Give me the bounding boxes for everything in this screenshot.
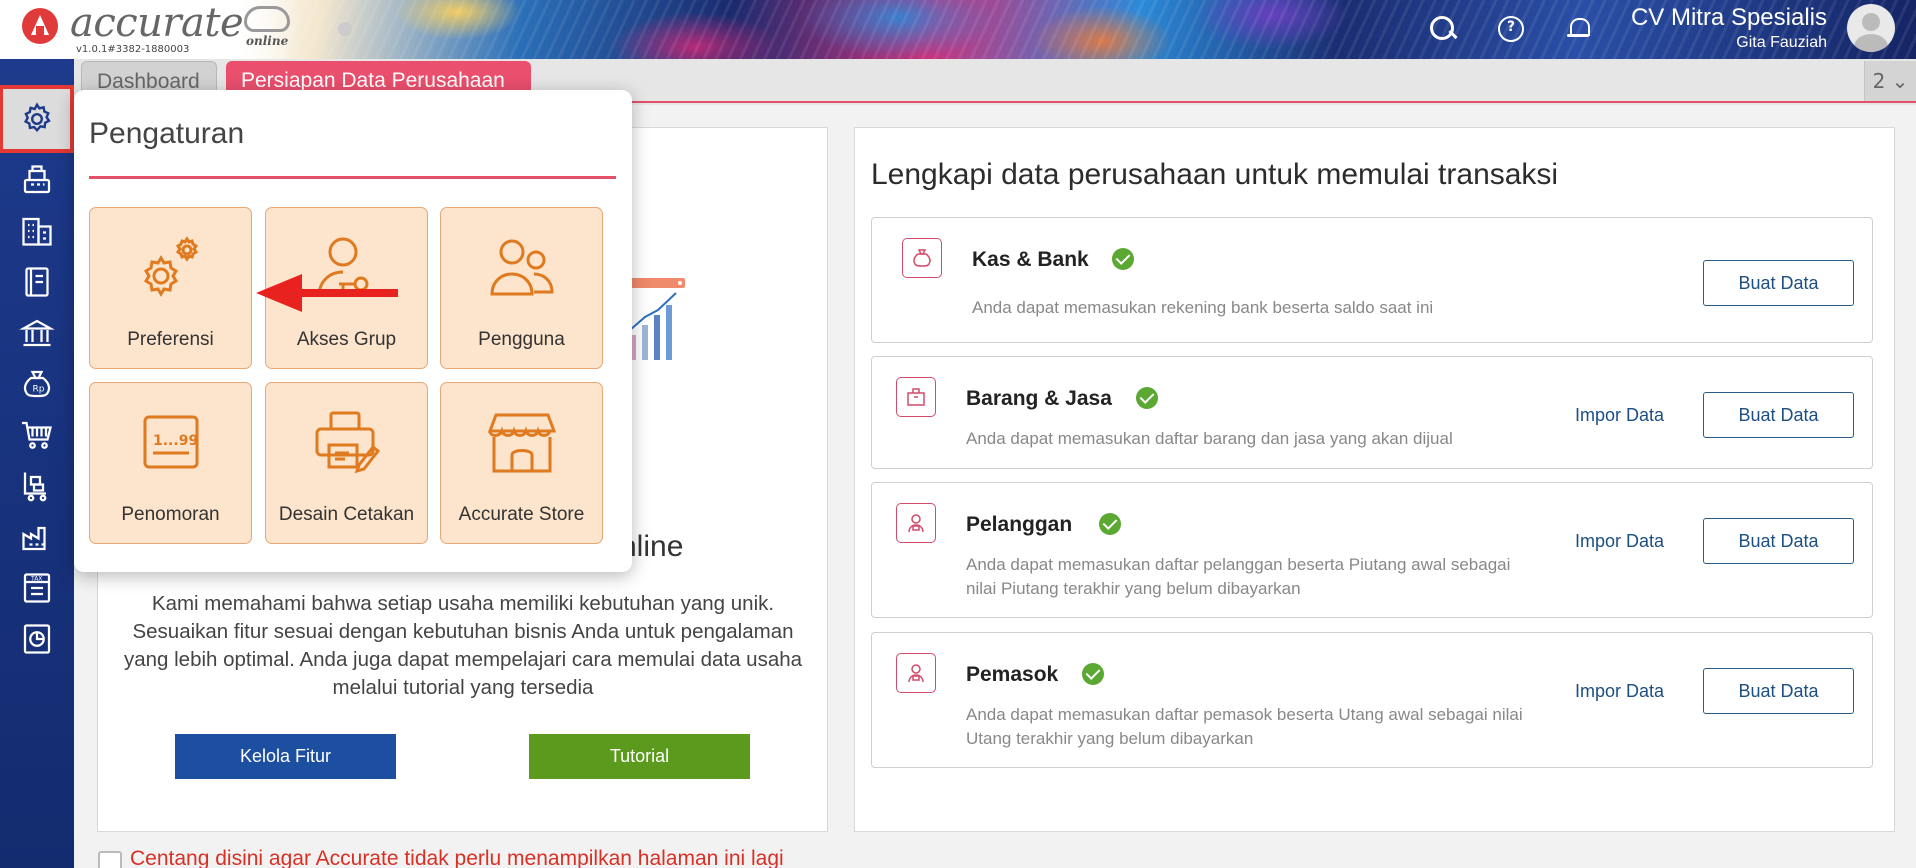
hide-page-label[interactable]: Centang disini agar Accurate tidak perlu… (130, 847, 784, 868)
tile-desain-cetakan[interactable]: Desain Cetakan (265, 382, 428, 544)
cart-icon (21, 421, 52, 449)
tile-label: Accurate Store (458, 504, 585, 525)
bell-icon[interactable] (1565, 14, 1595, 44)
tax-icon: TAX (23, 573, 50, 603)
card-description: Anda dapat memasukan daftar pemasok bese… (966, 705, 1523, 748)
tile-label: Penomoran (121, 504, 220, 525)
delivery-cart-icon (23, 472, 46, 502)
customer-icon (896, 503, 936, 543)
left-description: Kami memahami bahwa setiap usaha memilik… (123, 592, 803, 699)
printer-design-icon (315, 411, 381, 474)
tile-penomoran[interactable]: 1...99 Penomoran (89, 382, 252, 544)
factory-icon (21, 526, 46, 551)
user-name[interactable]: Gita Fauziah (1736, 34, 1827, 52)
red-arrow-annotation (256, 274, 398, 312)
impor-data-link[interactable]: Impor Data (1575, 531, 1664, 552)
card-pemasok: Pemasok Anda dapat memasukan daftar pema… (871, 632, 1873, 768)
kelola-fitur-button[interactable]: Kelola Fitur (175, 734, 396, 779)
tile-label: Desain Cetakan (278, 504, 415, 525)
cash-register-icon (23, 165, 50, 194)
impor-data-link[interactable]: Impor Data (1575, 405, 1664, 426)
buat-data-button[interactable]: Buat Data (1703, 392, 1854, 438)
buat-data-button[interactable]: Buat Data (1703, 260, 1854, 306)
company-name[interactable]: CV Mitra Spesialis (1631, 4, 1827, 32)
sidebar-item-settings[interactable] (0, 85, 74, 153)
impor-data-link[interactable]: Impor Data (1575, 681, 1664, 702)
check-icon (1082, 663, 1104, 685)
supplier-icon (896, 653, 936, 693)
card-barang-jasa: Barang & Jasa Anda dapat memasukan dafta… (871, 356, 1873, 469)
cloud-icon (244, 6, 290, 32)
logo-text: accurate (70, 0, 244, 46)
buat-data-button[interactable]: Buat Data (1703, 518, 1854, 564)
status-dot (338, 22, 352, 36)
popup-title: Pengaturan (89, 117, 245, 150)
tutorial-button[interactable]: Tutorial (529, 734, 750, 779)
tile-label: Preferensi (127, 329, 214, 350)
card-title: Kas & Bank (972, 248, 1089, 271)
gears-icon (143, 236, 199, 297)
search-icon[interactable] (1428, 14, 1458, 44)
hide-page-checkbox[interactable] (98, 851, 122, 868)
gear-icon (23, 102, 51, 133)
popup-divider (89, 176, 616, 179)
pengaturan-popup: Pengaturan Preferensi Akses Grup Penggun… (74, 90, 632, 572)
sidebar: Rp TAX (0, 59, 74, 868)
users-icon (490, 239, 554, 296)
svg-text:Rp: Rp (32, 385, 44, 395)
help-icon[interactable] (1496, 14, 1526, 44)
bank-icon (18, 319, 55, 347)
building-icon (21, 217, 52, 246)
check-icon (1112, 248, 1134, 270)
card-title: Barang & Jasa (966, 387, 1112, 410)
numbering-icon: 1...99 (143, 415, 199, 469)
card-pelanggan: Pelanggan Anda dapat memasukan daftar pe… (871, 482, 1873, 618)
card-kas-bank: Kas & Bank Anda dapat memasukan rekening… (871, 217, 1873, 343)
tile-accurate-store[interactable]: Accurate Store (440, 382, 603, 544)
box-icon (896, 377, 936, 417)
version-label: v1.0.1#3382-1880003 (76, 44, 190, 55)
card-description: Anda dapat memasukan daftar barang dan j… (966, 429, 1453, 448)
card-description: Anda dapat memasukan rekening bank beser… (972, 298, 1434, 317)
card-title: Pelanggan (966, 513, 1073, 536)
card-description: Anda dapat memasukan daftar pelanggan be… (966, 555, 1511, 598)
right-panel-title: Lengkapi data perusahaan untuk memulai t… (871, 158, 1559, 191)
tile-label: Akses Grup (296, 329, 397, 350)
avatar[interactable] (1847, 4, 1895, 52)
logo-mark-icon (22, 8, 58, 44)
card-title: Pemasok (966, 663, 1059, 686)
svg-text:1...99: 1...99 (153, 433, 198, 449)
money-bag-icon: Rp (23, 370, 50, 398)
tile-pengguna[interactable]: Pengguna (440, 207, 603, 369)
tab-count-dropdown[interactable]: 2 ⌄ (1864, 61, 1916, 101)
logo[interactable]: accurate online v1.0.1#3382-1880003 (0, 0, 300, 59)
report-icon (23, 624, 50, 654)
top-header: accurate online v1.0.1#3382-1880003 CV M… (0, 0, 1916, 59)
svg-text:TAX: TAX (30, 576, 42, 583)
buat-data-button[interactable]: Buat Data (1703, 668, 1854, 714)
check-icon (1136, 387, 1158, 409)
store-icon (487, 413, 557, 473)
sidebar-item-report[interactable] (3, 609, 70, 669)
tile-preferensi[interactable]: Preferensi (89, 207, 252, 369)
money-bag-icon (902, 238, 942, 278)
check-icon (1099, 513, 1121, 535)
ledger-icon (24, 267, 49, 297)
logo-online: online (246, 34, 289, 48)
tile-label: Pengguna (478, 329, 565, 350)
